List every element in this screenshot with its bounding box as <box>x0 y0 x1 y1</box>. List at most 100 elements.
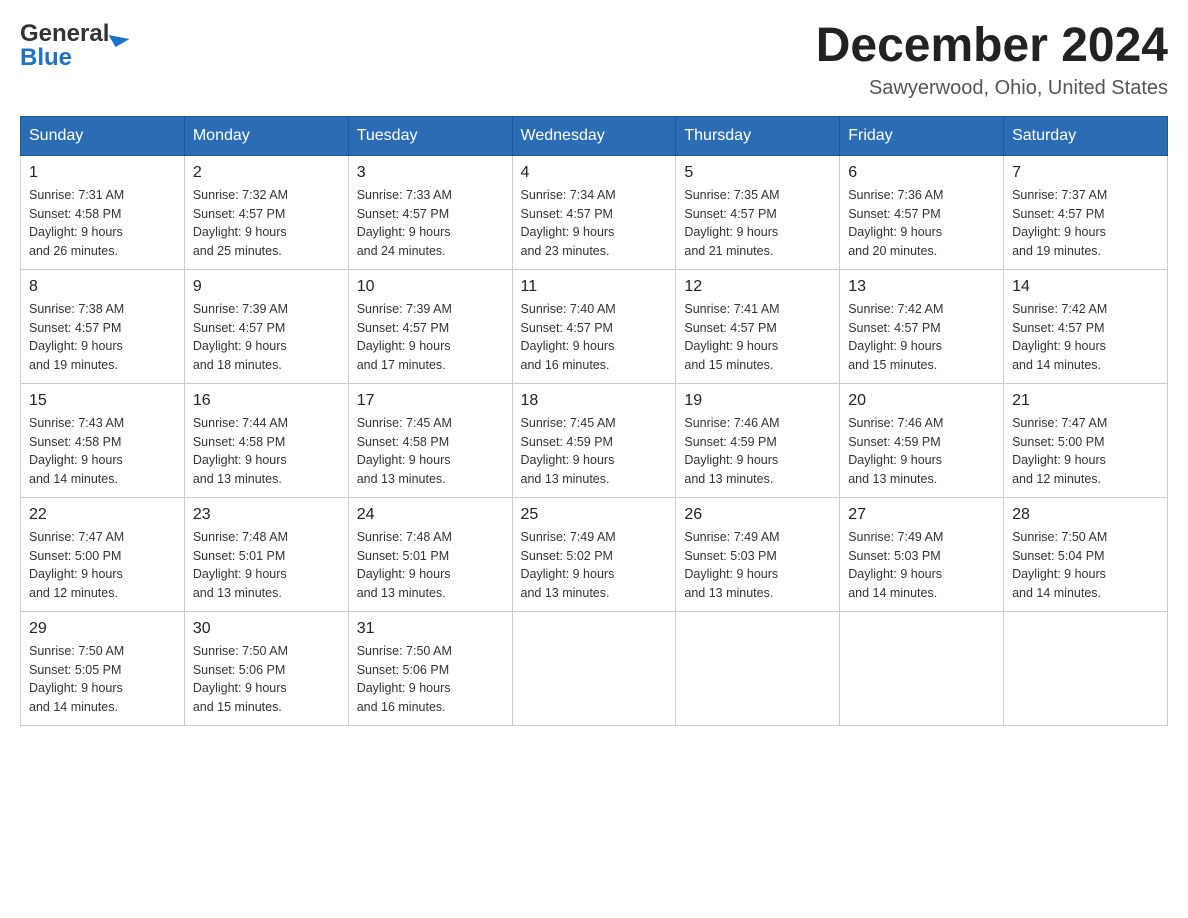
day-info: Sunrise: 7:48 AM Sunset: 5:01 PM Dayligh… <box>357 528 504 603</box>
calendar-cell: 16 Sunrise: 7:44 AM Sunset: 4:58 PM Dayli… <box>184 383 348 497</box>
day-info: Sunrise: 7:48 AM Sunset: 5:01 PM Dayligh… <box>193 528 340 603</box>
logo: General Blue <box>20 20 127 72</box>
calendar-day-header: Monday <box>184 116 348 155</box>
day-number: 15 <box>29 392 176 410</box>
day-number: 17 <box>357 392 504 410</box>
day-info: Sunrise: 7:39 AM Sunset: 4:57 PM Dayligh… <box>357 300 504 375</box>
day-info: Sunrise: 7:45 AM Sunset: 4:59 PM Dayligh… <box>521 414 668 489</box>
day-number: 14 <box>1012 278 1159 296</box>
day-info: Sunrise: 7:42 AM Sunset: 4:57 PM Dayligh… <box>1012 300 1159 375</box>
calendar-cell: 13 Sunrise: 7:42 AM Sunset: 4:57 PM Dayli… <box>840 269 1004 383</box>
calendar-day-header: Sunday <box>21 116 185 155</box>
calendar-cell: 31 Sunrise: 7:50 AM Sunset: 5:06 PM Dayli… <box>348 611 512 725</box>
calendar-cell: 2 Sunrise: 7:32 AM Sunset: 4:57 PM Daylig… <box>184 155 348 269</box>
calendar-day-header: Wednesday <box>512 116 676 155</box>
calendar-week-row: 29Sunrise: 7:50 AM Sunset: 5:05 PM Dayli… <box>21 611 1168 725</box>
day-info: Sunrise: 7:32 AM Sunset: 4:57 PM Dayligh… <box>193 186 340 261</box>
day-info: Sunrise: 7:42 AM Sunset: 4:57 PM Dayligh… <box>848 300 995 375</box>
calendar-cell: 7Sunrise: 7:37 AM Sunset: 4:57 PM Daylig… <box>1004 155 1168 269</box>
day-number: 29 <box>29 620 176 638</box>
day-info: Sunrise: 7:50 AM Sunset: 5:06 PM Dayligh… <box>193 642 340 717</box>
day-info: Sunrise: 7:41 AM Sunset: 4:57 PM Dayligh… <box>684 300 831 375</box>
day-number: 16 <box>193 392 340 410</box>
day-number: 1 <box>29 164 176 182</box>
calendar-cell: 1 Sunrise: 7:31 AM Sunset: 4:58 PM Daylig… <box>21 155 185 269</box>
calendar-cell: 19Sunrise: 7:46 AM Sunset: 4:59 PM Dayli… <box>676 383 840 497</box>
day-info: Sunrise: 7:46 AM Sunset: 4:59 PM Dayligh… <box>684 414 831 489</box>
day-info: Sunrise: 7:49 AM Sunset: 5:03 PM Dayligh… <box>684 528 831 603</box>
calendar-cell: 29Sunrise: 7:50 AM Sunset: 5:05 PM Dayli… <box>21 611 185 725</box>
calendar-week-row: 15 Sunrise: 7:43 AM Sunset: 4:58 PM Dayli… <box>21 383 1168 497</box>
day-info: Sunrise: 7:31 AM Sunset: 4:58 PM Dayligh… <box>29 186 176 261</box>
logo-blue-text: Blue <box>20 44 72 72</box>
day-info: Sunrise: 7:36 AM Sunset: 4:57 PM Dayligh… <box>848 186 995 261</box>
calendar-cell: 12 Sunrise: 7:41 AM Sunset: 4:57 PM Dayli… <box>676 269 840 383</box>
calendar-cell <box>512 611 676 725</box>
day-number: 22 <box>29 506 176 524</box>
day-number: 31 <box>357 620 504 638</box>
day-number: 21 <box>1012 392 1159 410</box>
calendar-day-header: Friday <box>840 116 1004 155</box>
day-info: Sunrise: 7:40 AM Sunset: 4:57 PM Dayligh… <box>521 300 668 375</box>
calendar-cell: 15 Sunrise: 7:43 AM Sunset: 4:58 PM Dayli… <box>21 383 185 497</box>
day-info: Sunrise: 7:39 AM Sunset: 4:57 PM Dayligh… <box>193 300 340 375</box>
calendar-cell: 9 Sunrise: 7:39 AM Sunset: 4:57 PM Daylig… <box>184 269 348 383</box>
calendar-cell: 17 Sunrise: 7:45 AM Sunset: 4:58 PM Dayli… <box>348 383 512 497</box>
page-subtitle: Sawyerwood, Ohio, United States <box>816 77 1168 100</box>
day-number: 2 <box>193 164 340 182</box>
header: General Blue December 2024 Sawyerwood, O… <box>20 20 1168 100</box>
day-number: 12 <box>684 278 831 296</box>
day-number: 25 <box>521 506 668 524</box>
calendar-cell <box>840 611 1004 725</box>
title-block: December 2024 Sawyerwood, Ohio, United S… <box>816 20 1168 100</box>
day-number: 24 <box>357 506 504 524</box>
calendar-day-header: Tuesday <box>348 116 512 155</box>
calendar-cell: 18 Sunrise: 7:45 AM Sunset: 4:59 PM Dayli… <box>512 383 676 497</box>
day-number: 11 <box>521 278 668 296</box>
day-info: Sunrise: 7:50 AM Sunset: 5:04 PM Dayligh… <box>1012 528 1159 603</box>
page-title: December 2024 <box>816 20 1168 73</box>
calendar-cell: 11 Sunrise: 7:40 AM Sunset: 4:57 PM Dayli… <box>512 269 676 383</box>
calendar-cell: 14 Sunrise: 7:42 AM Sunset: 4:57 PM Dayli… <box>1004 269 1168 383</box>
day-number: 23 <box>193 506 340 524</box>
calendar-cell: 20Sunrise: 7:46 AM Sunset: 4:59 PM Dayli… <box>840 383 1004 497</box>
day-info: Sunrise: 7:43 AM Sunset: 4:58 PM Dayligh… <box>29 414 176 489</box>
calendar-cell: 23 Sunrise: 7:48 AM Sunset: 5:01 PM Dayli… <box>184 497 348 611</box>
calendar-cell: 21Sunrise: 7:47 AM Sunset: 5:00 PM Dayli… <box>1004 383 1168 497</box>
day-number: 10 <box>357 278 504 296</box>
day-info: Sunrise: 7:34 AM Sunset: 4:57 PM Dayligh… <box>521 186 668 261</box>
day-info: Sunrise: 7:38 AM Sunset: 4:57 PM Dayligh… <box>29 300 176 375</box>
day-info: Sunrise: 7:49 AM Sunset: 5:03 PM Dayligh… <box>848 528 995 603</box>
day-number: 18 <box>521 392 668 410</box>
day-info: Sunrise: 7:44 AM Sunset: 4:58 PM Dayligh… <box>193 414 340 489</box>
day-info: Sunrise: 7:45 AM Sunset: 4:58 PM Dayligh… <box>357 414 504 489</box>
calendar-cell: 27Sunrise: 7:49 AM Sunset: 5:03 PM Dayli… <box>840 497 1004 611</box>
calendar-cell: 4 Sunrise: 7:34 AM Sunset: 4:57 PM Daylig… <box>512 155 676 269</box>
calendar-cell: 22Sunrise: 7:47 AM Sunset: 5:00 PM Dayli… <box>21 497 185 611</box>
day-number: 13 <box>848 278 995 296</box>
day-info: Sunrise: 7:46 AM Sunset: 4:59 PM Dayligh… <box>848 414 995 489</box>
calendar-cell: 30 Sunrise: 7:50 AM Sunset: 5:06 PM Dayli… <box>184 611 348 725</box>
day-number: 9 <box>193 278 340 296</box>
calendar-cell: 25Sunrise: 7:49 AM Sunset: 5:02 PM Dayli… <box>512 497 676 611</box>
day-info: Sunrise: 7:37 AM Sunset: 4:57 PM Dayligh… <box>1012 186 1159 261</box>
day-number: 5 <box>684 164 831 182</box>
day-info: Sunrise: 7:33 AM Sunset: 4:57 PM Dayligh… <box>357 186 504 261</box>
day-number: 30 <box>193 620 340 638</box>
calendar-day-header: Saturday <box>1004 116 1168 155</box>
day-number: 4 <box>521 164 668 182</box>
calendar-table: SundayMondayTuesdayWednesdayThursdayFrid… <box>20 116 1168 726</box>
calendar-cell <box>1004 611 1168 725</box>
calendar-day-header: Thursday <box>676 116 840 155</box>
calendar-cell: 24 Sunrise: 7:48 AM Sunset: 5:01 PM Dayli… <box>348 497 512 611</box>
day-number: 3 <box>357 164 504 182</box>
calendar-cell: 28 Sunrise: 7:50 AM Sunset: 5:04 PM Dayli… <box>1004 497 1168 611</box>
calendar-cell: 8Sunrise: 7:38 AM Sunset: 4:57 PM Daylig… <box>21 269 185 383</box>
calendar-cell: 10 Sunrise: 7:39 AM Sunset: 4:57 PM Dayli… <box>348 269 512 383</box>
calendar-cell: 6 Sunrise: 7:36 AM Sunset: 4:57 PM Daylig… <box>840 155 1004 269</box>
day-number: 28 <box>1012 506 1159 524</box>
day-number: 6 <box>848 164 995 182</box>
day-info: Sunrise: 7:50 AM Sunset: 5:06 PM Dayligh… <box>357 642 504 717</box>
calendar-week-row: 8Sunrise: 7:38 AM Sunset: 4:57 PM Daylig… <box>21 269 1168 383</box>
calendar-header-row: SundayMondayTuesdayWednesdayThursdayFrid… <box>21 116 1168 155</box>
